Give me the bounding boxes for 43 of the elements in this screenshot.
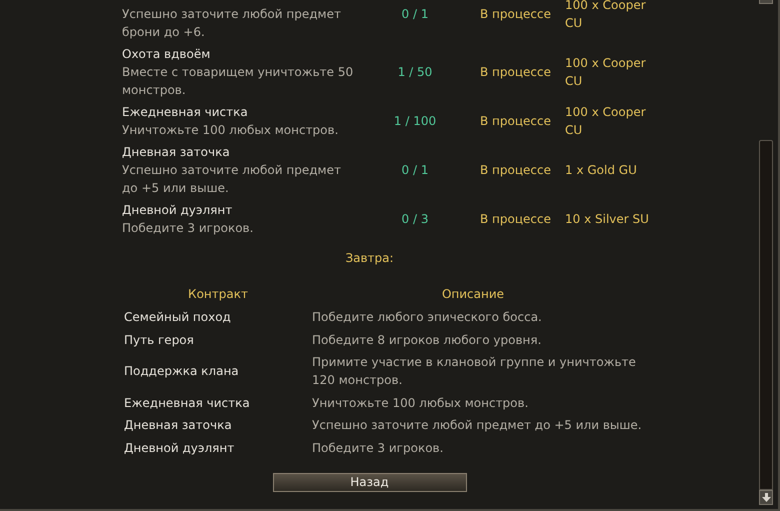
status-text: В процессе (479, 162, 552, 179)
contract-description: Победите 3 игроков. (312, 440, 444, 456)
contract-name: Семейный поход (124, 309, 232, 326)
reward-text: 100 x Cooper CU (565, 55, 647, 90)
back-button[interactable]: Назад (272, 472, 466, 492)
column-header: Контракт (187, 286, 249, 303)
contract-description: Вместе с товарищем уничтожьте 50 монстров. (122, 64, 354, 99)
reward-text: 100 x Cooper CU (565, 104, 647, 139)
contract-description: Примите участие в клановой группе и уничтожьте 120 монстров. (312, 354, 637, 389)
reward-text: 1 x Gold GU (565, 162, 638, 179)
section-title: Завтра: (345, 250, 394, 267)
progress-count: 0 / 1 (400, 162, 430, 179)
contract-description: Уничтожьте 100 любых монстров. (122, 122, 340, 139)
progress-count: 0 / 1 (400, 6, 430, 23)
progress-count: 1 / 50 (396, 64, 434, 81)
contract-name: Дневная заточка (122, 144, 231, 161)
contract-description: Уничтожьте 100 любых монстров. (312, 394, 530, 412)
contract-name: Охота вдвоём (122, 46, 212, 63)
reward-text: 10 x Silver SU (565, 211, 650, 228)
status-text: В процессе (479, 113, 552, 130)
progress-count: 1 / 100 (392, 113, 438, 130)
column-header: Описание (440, 286, 506, 303)
reward-text: 100 x Cooper CU (565, 0, 647, 32)
scroll-down-button[interactable] (759, 490, 773, 505)
contract-name: Дневной дуэлянт (122, 202, 234, 219)
contract-name: Дневной дуэлянт (124, 440, 236, 456)
contract-name: Поддержка клана (124, 363, 240, 380)
contract-description: Победите 3 игроков. (122, 220, 254, 237)
contract-description: Успешно заточите любой предмет до +5 или выше. (122, 162, 342, 197)
contract-description: Успешно заточите любой предмет брони до +6. (122, 6, 342, 41)
status-text: В процессе (479, 64, 552, 81)
contract-name: Путь героя (124, 332, 195, 348)
progress-count: 0 / 3 (400, 211, 430, 228)
status-text: В процессе (479, 211, 552, 228)
contract-description: Победите любого эпического босса. (312, 309, 543, 326)
contract-description: Успешно заточите любой предмет до +5 или выше. (312, 417, 643, 434)
down-arrow-icon (762, 493, 770, 502)
scroll-thumb[interactable] (759, 140, 773, 490)
contract-description: Победите 8 игроков любого уровня. (312, 332, 542, 348)
contract-name: Ежедневная чистка (124, 394, 251, 412)
contract-name: Ежедневная чистка (122, 104, 249, 121)
status-text: В процессе (479, 6, 552, 23)
contract-name: Дневная заточка (124, 417, 233, 434)
